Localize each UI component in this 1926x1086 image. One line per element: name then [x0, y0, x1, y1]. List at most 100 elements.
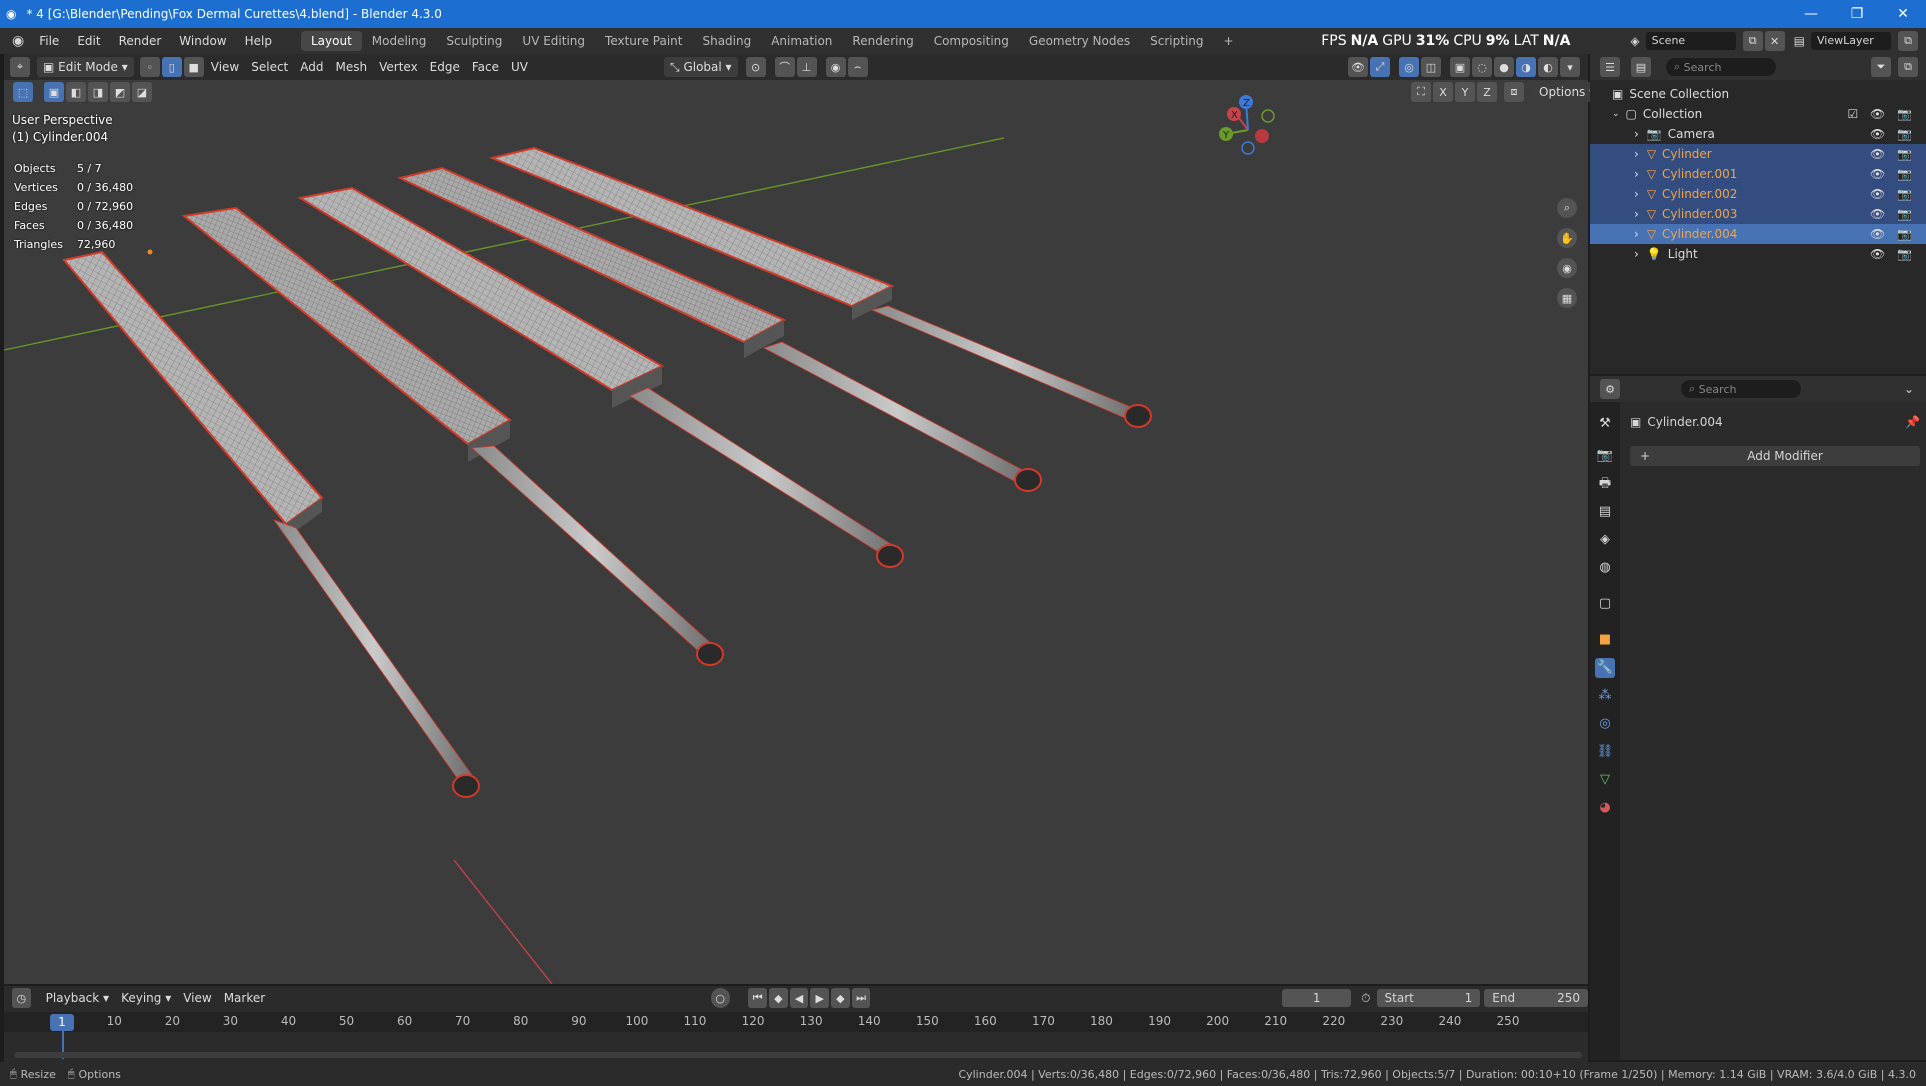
visibility-toggle-icons[interactable]: 👁 📷	[1870, 247, 1916, 261]
viewlayer-icon[interactable]: ▤	[1794, 34, 1805, 48]
editor-type-icon[interactable]: ⌖	[10, 57, 30, 77]
menu-view[interactable]: View	[205, 57, 245, 77]
jump-start-icon[interactable]: ⏮	[748, 988, 768, 1008]
play-reverse-icon[interactable]: ◀	[789, 988, 809, 1008]
menu-edge[interactable]: Edge	[424, 57, 466, 77]
menu-select[interactable]: Select	[245, 57, 294, 77]
menu-face[interactable]: Face	[466, 57, 505, 77]
constraints-tab-icon[interactable]: ⛓	[1595, 742, 1615, 762]
next-keyframe-icon[interactable]: ◆	[831, 988, 850, 1008]
perspective-toggle-icon[interactable]: ▦	[1557, 288, 1577, 308]
menu-mesh[interactable]: Mesh	[330, 57, 374, 77]
gizmo-icon[interactable]: ⤢	[1370, 57, 1390, 77]
transform-orientation-dropdown[interactable]: ⤡ Global ▾	[664, 57, 738, 77]
tab-sculpting[interactable]: Sculpting	[436, 31, 512, 51]
new-collection-icon[interactable]: ⧉	[1898, 57, 1918, 77]
filter-icon[interactable]: ⏷	[1871, 57, 1891, 77]
scene-tab-icon[interactable]: ◈	[1595, 530, 1615, 550]
outliner-item[interactable]: › ▽ Cylinder.001 👁 📷	[1590, 164, 1926, 184]
tab-uv-editing[interactable]: UV Editing	[512, 31, 595, 51]
playhead-frame-indicator[interactable]: 1	[50, 1014, 74, 1031]
select-mode-intersect-icon[interactable]: ◪	[132, 82, 152, 102]
mirror-icon[interactable]: ⧈	[1504, 82, 1524, 102]
camera-view-icon[interactable]: ◉	[1557, 258, 1577, 278]
chevron-right-icon[interactable]: ›	[1634, 147, 1639, 161]
stopwatch-icon[interactable]: ⏱	[1361, 991, 1370, 1006]
tab-geometry-nodes[interactable]: Geometry Nodes	[1019, 31, 1140, 51]
modifier-tab-icon[interactable]: 🔧	[1595, 658, 1615, 678]
display-mode-icon[interactable]: ▤	[1631, 57, 1651, 77]
outliner-item[interactable]: › ▽ Cylinder 👁 📷	[1590, 144, 1926, 164]
tab-scripting[interactable]: Scripting	[1140, 31, 1213, 51]
view-layer-tab-icon[interactable]: ▤	[1595, 502, 1615, 522]
add-modifier-button[interactable]: + Add Modifier	[1630, 446, 1920, 466]
physics-tab-icon[interactable]: ◎	[1595, 714, 1615, 734]
timeline-scrollbar[interactable]	[14, 1052, 1582, 1058]
wireframe-shading-icon[interactable]: ◌	[1472, 57, 1492, 77]
world-tab-icon[interactable]: ◍	[1595, 558, 1615, 578]
object-tab-icon[interactable]: ■	[1595, 630, 1615, 650]
material-shading-icon[interactable]: ◑	[1516, 57, 1536, 77]
menu-timeline-view[interactable]: View	[177, 988, 217, 1008]
frame-end-field[interactable]: End 250	[1484, 989, 1589, 1007]
outliner-collection[interactable]: ⌄ ▢ Collection ☑ 👁 📷	[1590, 104, 1926, 124]
render-tab-icon[interactable]: 📷	[1595, 446, 1615, 466]
pin-icon[interactable]: 📌	[1905, 415, 1920, 429]
collection-tab-icon[interactable]: ▢	[1595, 594, 1615, 614]
chevron-right-icon[interactable]: ›	[1634, 187, 1639, 201]
blender-menu-icon[interactable]: ◉	[12, 33, 24, 49]
menu-help[interactable]: Help	[236, 34, 281, 48]
visibility-icon[interactable]: 👁	[1348, 57, 1368, 77]
menu-window[interactable]: Window	[170, 34, 235, 48]
add-workspace-icon[interactable]: +	[1214, 31, 1244, 51]
select-mode-invert-icon[interactable]: ◩	[110, 82, 130, 102]
snap-target-icon[interactable]: ⊥	[796, 57, 817, 77]
menu-file[interactable]: File	[30, 34, 68, 48]
axis-x-toggle[interactable]: X	[1433, 82, 1453, 102]
play-icon[interactable]: ▶	[810, 988, 830, 1008]
timeline-editor-type-icon[interactable]: ◷	[12, 988, 31, 1008]
chevron-right-icon[interactable]: ›	[1634, 167, 1639, 181]
outliner-item[interactable]: › 💡 Light 👁 📷	[1590, 244, 1926, 264]
jump-end-icon[interactable]: ⏭	[851, 988, 871, 1008]
tab-shading[interactable]: Shading	[692, 31, 761, 51]
3d-viewport[interactable]: X Y Z	[4, 80, 1588, 984]
tab-modeling[interactable]: Modeling	[362, 31, 437, 51]
particles-tab-icon[interactable]: ⁂	[1595, 686, 1615, 706]
minimize-button[interactable]: —	[1788, 6, 1834, 22]
mode-dropdown[interactable]: ▣ Edit Mode ▾	[37, 57, 134, 77]
outliner-item[interactable]: › ▽ Cylinder.003 👁 📷	[1590, 204, 1926, 224]
tab-animation[interactable]: Animation	[761, 31, 842, 51]
tab-layout[interactable]: Layout	[300, 31, 362, 51]
overlay-icon[interactable]: ◎	[1399, 57, 1419, 77]
menu-add[interactable]: Add	[294, 57, 329, 77]
close-button[interactable]: ✕	[1880, 6, 1926, 22]
snap-icon[interactable]: ⌒	[774, 57, 795, 77]
output-tab-icon[interactable]: 🖶	[1595, 474, 1615, 494]
menu-edit[interactable]: Edit	[68, 34, 109, 48]
outliner-item[interactable]: › 📷 Camera 👁 📷	[1590, 124, 1926, 144]
pan-hand-icon[interactable]: ✋	[1557, 228, 1577, 248]
falloff-icon[interactable]: ⌢	[847, 57, 868, 77]
pivot-icon[interactable]: ⊙	[745, 57, 766, 77]
rendered-shading-icon[interactable]: ◐	[1538, 57, 1558, 77]
select-mode-subtract-icon[interactable]: ◨	[88, 82, 108, 102]
data-tab-icon[interactable]: ▽	[1595, 770, 1615, 790]
solid-shading-icon[interactable]: ●	[1494, 57, 1514, 77]
new-viewlayer-icon[interactable]: ⧉	[1898, 31, 1918, 51]
tab-rendering[interactable]: Rendering	[842, 31, 923, 51]
tab-compositing[interactable]: Compositing	[924, 31, 1019, 51]
edge-select-icon[interactable]: ▯	[161, 57, 182, 77]
auto-key-icon[interactable]: ○	[710, 988, 730, 1008]
zoom-icon[interactable]: ⌕	[1557, 198, 1577, 218]
xray-icon[interactable]: ▣	[1450, 57, 1470, 77]
delete-scene-icon[interactable]: ✕	[1764, 31, 1785, 51]
chevron-down-icon[interactable]: ⌄	[1612, 109, 1620, 119]
proportional-edit-icon[interactable]: ◉	[825, 57, 846, 77]
shading-options-icon[interactable]: ▾	[1560, 57, 1580, 77]
prev-keyframe-icon[interactable]: ◆	[769, 988, 788, 1008]
outliner-search-input[interactable]: ⌕ Search	[1666, 58, 1776, 76]
material-tab-icon[interactable]: ◕	[1595, 798, 1615, 818]
select-mode-new-icon[interactable]: ▣	[44, 82, 64, 102]
outliner-item[interactable]: › ▽ Cylinder.004 👁 📷	[1590, 224, 1926, 244]
